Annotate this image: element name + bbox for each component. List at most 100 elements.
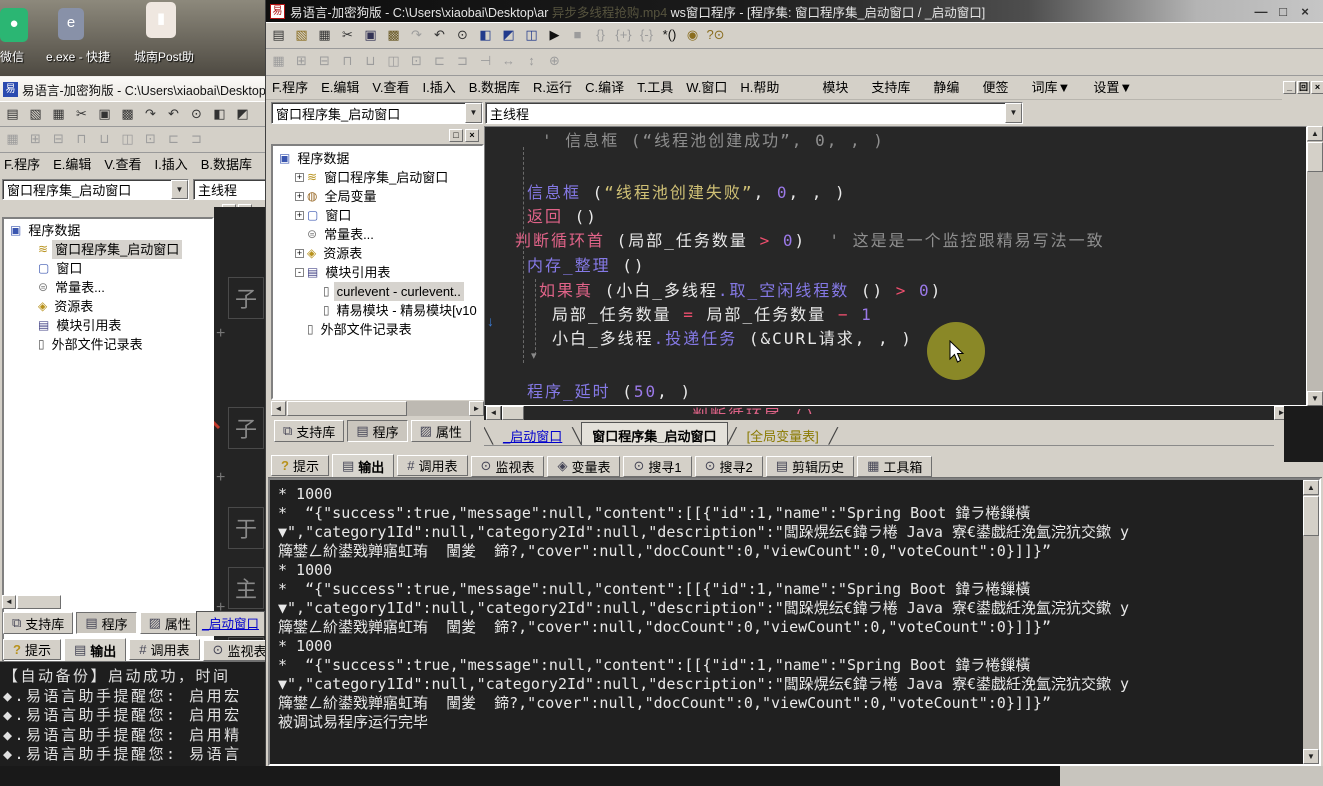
new-file-icon[interactable]: ▤ bbox=[268, 25, 289, 45]
menu-item[interactable]: I.插入 bbox=[155, 153, 188, 177]
cut-icon[interactable]: ✂ bbox=[337, 25, 358, 45]
tree-item[interactable]: ▯curlevent - curlevent.. bbox=[275, 282, 482, 301]
chevron-down-icon[interactable]: ▼ bbox=[465, 103, 482, 123]
back-tree-scroll-left[interactable]: ◄ bbox=[2, 595, 16, 609]
scroll-thumb[interactable] bbox=[502, 406, 524, 420]
output-tab-搜寻1[interactable]: ⊙搜寻1 bbox=[623, 456, 691, 477]
save-icon[interactable]: ▦ bbox=[48, 104, 69, 124]
minimize-button[interactable]: — bbox=[1250, 4, 1272, 19]
scroll-thumb[interactable] bbox=[287, 401, 407, 416]
output-tab-变量表[interactable]: ◈变量表 bbox=[547, 456, 620, 477]
menu-item[interactable]: R.运行 bbox=[533, 76, 572, 100]
menu-item[interactable]: 词库▼ bbox=[1031, 76, 1070, 100]
chevron-down-icon[interactable]: ▼ bbox=[1005, 103, 1022, 123]
tree-item[interactable]: ▢窗口 bbox=[6, 259, 212, 278]
menu-item[interactable]: T.工具 bbox=[637, 76, 673, 100]
mdi-restore-button[interactable]: 回 bbox=[1297, 81, 1310, 94]
menu-item[interactable]: C.编译 bbox=[585, 76, 624, 100]
output-tab-输出[interactable]: ▤输出 bbox=[64, 638, 126, 662]
step-out-icon[interactable]: {-} bbox=[636, 25, 657, 45]
back-doc-tab[interactable]: _启动窗口 bbox=[196, 611, 265, 636]
layout-left-icon[interactable]: ◧ bbox=[475, 25, 496, 45]
tree-item[interactable]: ⊜常量表... bbox=[6, 278, 212, 297]
save-icon[interactable]: ▦ bbox=[314, 25, 335, 45]
expand-icon[interactable]: + bbox=[295, 173, 304, 182]
panel-tab-支持库[interactable]: ⧉支持库 bbox=[3, 612, 73, 634]
expand-icon[interactable]: + bbox=[295, 249, 304, 258]
output-tab-监视表[interactable]: ⊙监视表 bbox=[471, 456, 545, 477]
tree-item[interactable]: ▯外部文件记录表 bbox=[275, 320, 482, 339]
open-file-icon[interactable]: ▧ bbox=[25, 104, 46, 124]
scroll-left-button[interactable]: ◄ bbox=[486, 406, 501, 420]
tree-item[interactable]: +▢窗口 bbox=[275, 206, 482, 225]
scroll-down-button[interactable]: ▼ bbox=[1307, 391, 1323, 406]
menu-item[interactable]: F.程序 bbox=[4, 153, 40, 177]
doc-tab-1[interactable]: _启动窗口 bbox=[493, 423, 572, 446]
layout-top-icon[interactable]: ◩ bbox=[232, 104, 253, 124]
output-tab-调用表[interactable]: #调用表 bbox=[397, 455, 467, 476]
scroll-left-button[interactable]: ◄ bbox=[271, 401, 286, 416]
menu-item[interactable]: 模块 bbox=[822, 76, 848, 100]
tree-item[interactable]: ◈资源表 bbox=[6, 297, 212, 316]
scroll-thumb[interactable] bbox=[1303, 496, 1319, 536]
e-exe-shortcut-icon[interactable]: e bbox=[58, 8, 84, 40]
paste-icon[interactable]: ▩ bbox=[117, 104, 138, 124]
thread-combo[interactable]: 主线程 ▼ bbox=[485, 102, 1023, 124]
tree-item[interactable]: ▣程序数据 bbox=[275, 149, 482, 168]
menu-item[interactable]: 设置▼ bbox=[1093, 76, 1132, 100]
mdi-close-button[interactable]: × bbox=[1311, 81, 1323, 94]
post-tool-icon[interactable]: ▮ bbox=[146, 2, 176, 38]
tree-item[interactable]: -▤模块引用表 bbox=[275, 263, 482, 282]
undo-icon[interactable]: ↶ bbox=[429, 25, 450, 45]
find-icon[interactable]: ⊙ bbox=[452, 25, 473, 45]
menu-item[interactable]: W.窗口 bbox=[686, 76, 727, 100]
menu-item[interactable]: E.编辑 bbox=[53, 153, 91, 177]
wechat-icon[interactable]: ● bbox=[0, 8, 28, 42]
scroll-up-button[interactable]: ▲ bbox=[1303, 480, 1319, 495]
maximize-button[interactable]: □ bbox=[1272, 4, 1294, 19]
back-title-bar[interactable]: 易 易语言-加密狗版 - C:\Users\xiaobai\Desktop\ bbox=[0, 77, 265, 101]
copy-icon[interactable]: ▣ bbox=[94, 104, 115, 124]
front-output-area[interactable]: * 1000* “{"success":true,"message":null,… bbox=[268, 478, 1321, 766]
step-into-icon[interactable]: {+} bbox=[613, 25, 634, 45]
output-tab-搜寻2[interactable]: ⊙搜寻2 bbox=[695, 456, 763, 477]
menu-item[interactable]: 静编 bbox=[933, 76, 959, 100]
layout-left-icon[interactable]: ◧ bbox=[209, 104, 230, 124]
output-tab-剪辑历史[interactable]: ▤剪辑历史 bbox=[766, 456, 854, 477]
tree-item[interactable]: ▯外部文件记录表 bbox=[6, 335, 212, 354]
scroll-thumb[interactable] bbox=[1307, 142, 1323, 172]
doc-tab-2[interactable]: 窗口程序集_启动窗口 bbox=[581, 422, 727, 446]
close-button[interactable]: × bbox=[1294, 4, 1316, 19]
paste-icon[interactable]: ▩ bbox=[383, 25, 404, 45]
menu-item[interactable]: 支持库 bbox=[871, 76, 910, 100]
panel-tab-属性[interactable]: ▨属性 bbox=[140, 612, 196, 634]
panel-tab-支持库[interactable]: ⧉支持库 bbox=[274, 420, 344, 442]
panel-tab-程序[interactable]: ▤程序 bbox=[76, 612, 136, 634]
menu-item[interactable]: H.帮助 bbox=[740, 76, 779, 100]
run-icon[interactable]: ▶ bbox=[544, 25, 565, 45]
menu-item[interactable]: V.查看 bbox=[104, 153, 141, 177]
tree-item[interactable]: ▯精易模块 - 精易模块[v10 bbox=[275, 301, 482, 320]
layout-top-icon[interactable]: ◩ bbox=[498, 25, 519, 45]
output-tab-调用表[interactable]: #调用表 bbox=[129, 639, 199, 660]
scroll-down-button[interactable]: ▼ bbox=[1303, 749, 1319, 764]
expand-icon[interactable]: + bbox=[295, 192, 304, 201]
doc-tab-3[interactable]: [全局变量表] bbox=[737, 423, 829, 446]
tree-item[interactable]: +≋窗口程序集_启动窗口 bbox=[275, 168, 482, 187]
menu-item[interactable]: B.数据库 bbox=[469, 76, 520, 100]
layout-grid-icon[interactable]: ◫ bbox=[521, 25, 542, 45]
collapse-icon[interactable]: - bbox=[295, 268, 304, 277]
stop-icon[interactable]: ■ bbox=[567, 25, 588, 45]
panel-tab-程序[interactable]: ▤程序 bbox=[347, 420, 407, 442]
expand-icon[interactable]: + bbox=[295, 211, 304, 220]
new-file-icon[interactable]: ▤ bbox=[2, 104, 23, 124]
proc-combo[interactable]: 窗口程序集_启动窗口 ▼ bbox=[271, 102, 483, 124]
scroll-up-button[interactable]: ▲ bbox=[1307, 126, 1323, 141]
tree-item[interactable]: +◍全局变量 bbox=[275, 187, 482, 206]
undo-icon[interactable]: ↶ bbox=[163, 104, 184, 124]
front-title-bar[interactable]: 易 易语言-加密狗版 - C:\Users\xiaobai\Desktop\ar… bbox=[266, 0, 1323, 22]
mdi-minimize-button[interactable]: _ bbox=[1283, 81, 1296, 94]
menu-item[interactable]: V.查看 bbox=[372, 76, 409, 100]
proc-combo[interactable]: 窗口程序集_启动窗口 ▼ bbox=[2, 179, 189, 200]
tree-panel-close-button[interactable]: × bbox=[465, 129, 479, 142]
